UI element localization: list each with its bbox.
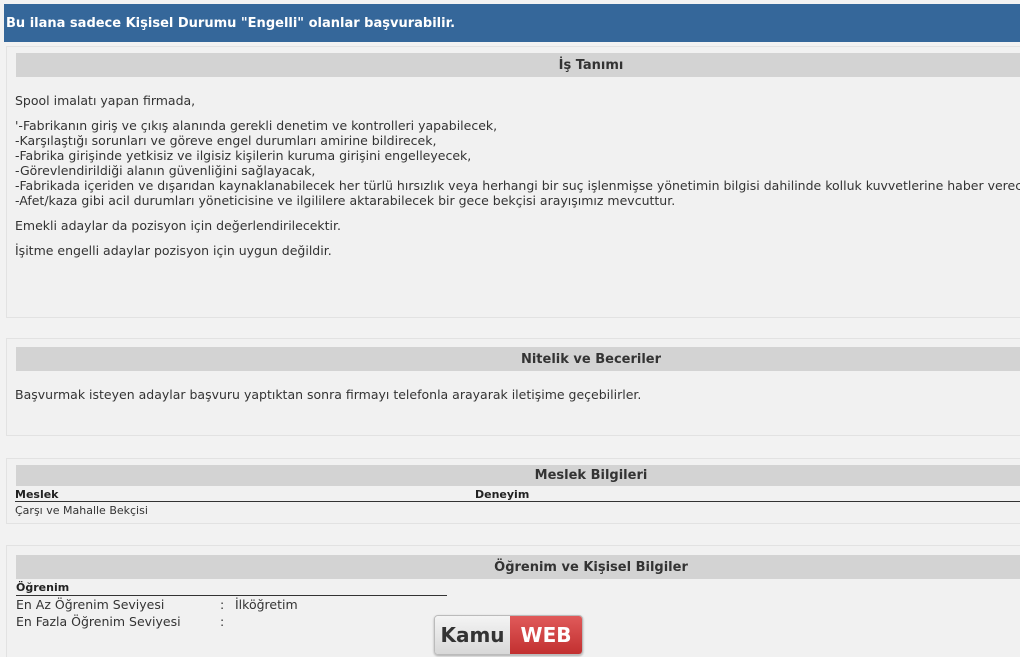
education-header: Öğrenim ve Kişisel Bilgiler [16, 555, 1020, 579]
education-section-label: Öğrenim [16, 581, 70, 594]
qualifications-header: Nitelik ve Beceriler [16, 347, 1020, 371]
job-intro: Spool imalatı yapan firmada, [15, 93, 196, 108]
duty-line: -Fabrika girişinde yetkisiz ve ilgisiz k… [15, 148, 472, 163]
engelli-notice-banner: Bu ilana sadece Kişisel Durumu "Engelli"… [4, 4, 1020, 42]
banner-text: Bu ilana sadece Kişisel Durumu "Engelli"… [6, 15, 456, 31]
occupation-col-job: Meslek [15, 488, 59, 501]
job-note-hearing: İşitme engelli adaylar pozisyon için uyg… [15, 243, 332, 258]
occupation-job-value: Çarşı ve Mahalle Bekçisi [15, 504, 148, 517]
job-description-card: İş Tanımı Spool imalatı yapan firmada, '… [6, 46, 1020, 318]
occupation-card: Meslek Bilgileri Meslek Deneyim Çarşı ve… [6, 458, 1020, 524]
job-description-title: İş Tanımı [558, 57, 624, 73]
logo-web: WEB [510, 616, 582, 654]
education-title: Öğrenim ve Kişisel Bilgiler [494, 559, 688, 575]
duty-line: -Görevlendirildiği alanın güvenliğini sa… [15, 163, 316, 178]
education-max-sep: : [220, 614, 225, 629]
occupation-col-experience: Deneyim [475, 488, 530, 501]
logo-kamu: Kamu [435, 616, 510, 654]
occupation-header: Meslek Bilgileri [16, 465, 1020, 486]
duty-line: -Fabrikada içeriden ve dışarıdan kaynakl… [15, 178, 1020, 193]
education-min-value: İlköğretim [235, 597, 298, 612]
qualifications-card: Nitelik ve Beceriler Başvurmak isteyen a… [6, 338, 1020, 436]
duty-line: -Afet/kaza gibi acil durumları yöneticis… [15, 193, 676, 208]
education-max-label: En Fazla Öğrenim Seviyesi [16, 614, 181, 629]
education-section-rule [16, 595, 447, 596]
job-description-header: İş Tanımı [16, 53, 1020, 77]
qualifications-title: Nitelik ve Beceriler [520, 351, 662, 367]
education-min-label: En Az Öğrenim Seviyesi [16, 597, 165, 612]
occupation-header-rule [15, 501, 1020, 502]
qualifications-text: Başvurmak isteyen adaylar başvuru yaptık… [15, 387, 642, 402]
duty-line: '-Fabrikanın giriş ve çıkış alanında ger… [15, 118, 498, 133]
kamuweb-logo: Kamu WEB [434, 615, 583, 655]
occupation-title: Meslek Bilgileri [534, 468, 648, 483]
education-min-sep: : [220, 597, 225, 612]
job-note-retired: Emekli adaylar da pozisyon için değerlen… [15, 218, 341, 233]
job-duties-list: '-Fabrikanın giriş ve çıkış alanında ger… [15, 118, 1020, 208]
duty-line: -Karşılaştığı sorunları ve göreve engel … [15, 133, 437, 148]
